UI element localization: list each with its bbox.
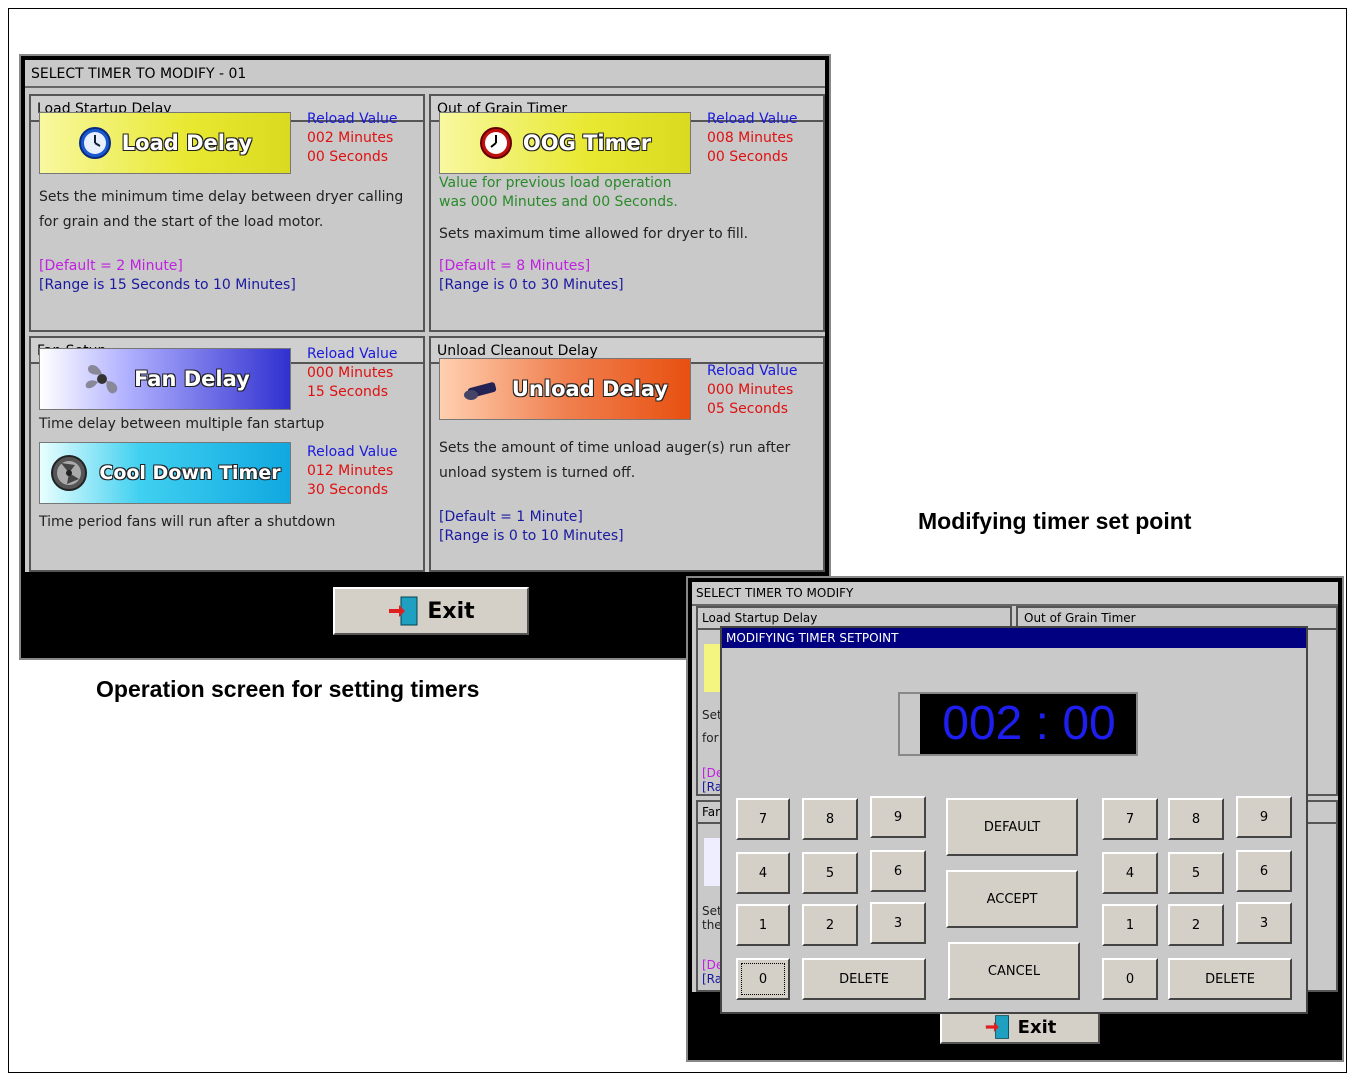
key-4-left[interactable]: 4 [736, 852, 790, 894]
button-label: Cool Down Timer [99, 462, 281, 484]
auger-icon [463, 382, 497, 400]
default-note: [Default = 2 Minute] [39, 258, 183, 274]
range-note: [Range is 0 to 10 Minutes] [439, 528, 624, 544]
key-2-right[interactable]: 2 [1168, 904, 1224, 946]
modify-setpoint-dialog: MODIFYING TIMER SETPOINT 002 : 00 7 8 9 … [720, 626, 1308, 1014]
load-delay-button[interactable]: Load Delay [39, 112, 291, 174]
exit-door-icon [389, 596, 418, 626]
description: unload system is turned off. [439, 465, 636, 481]
delete-button-left[interactable]: DELETE [802, 958, 926, 1000]
reload-minutes: 002 Minutes [307, 130, 394, 146]
display-bezel [900, 694, 920, 754]
key-7-left[interactable]: 7 [736, 798, 790, 840]
exit-door-icon [985, 1015, 1009, 1039]
description: Time delay between multiple fan startup [39, 416, 325, 432]
exit-label: Exit [1017, 1016, 1057, 1038]
key-6-left[interactable]: 6 [870, 850, 926, 892]
reload-seconds: 00 Seconds [707, 149, 789, 165]
fragment: the [702, 918, 722, 932]
key-8-right[interactable]: 8 [1168, 798, 1224, 840]
reload-minutes: 012 Minutes [307, 463, 394, 479]
setpoint-value: 002 : 00 [942, 697, 1116, 750]
caption-modifying-setpoint: Modifying timer set point [918, 508, 1192, 534]
key-0-right[interactable]: 0 [1102, 958, 1158, 1000]
reload-minutes: 000 Minutes [707, 382, 794, 398]
button-label: Unload Delay [511, 377, 669, 401]
reload-seconds: 05 Seconds [707, 401, 789, 417]
key-0-left[interactable]: 0 [736, 958, 790, 1000]
key-6-right[interactable]: 6 [1236, 850, 1292, 892]
default-note: [Default = 8 Minutes] [439, 258, 591, 274]
setpoint-display: 002 : 00 [898, 692, 1138, 756]
reload-seconds: 30 Seconds [307, 482, 389, 498]
previous-value: Value for previous load operation [439, 175, 672, 191]
key-5-right[interactable]: 5 [1168, 852, 1224, 894]
reload-minutes: 008 Minutes [707, 130, 794, 146]
key-5-left[interactable]: 5 [802, 852, 858, 894]
key-9-right[interactable]: 9 [1236, 796, 1292, 838]
clock-icon [78, 127, 111, 159]
key-9-left[interactable]: 9 [870, 796, 926, 838]
button-label: Fan Delay [134, 367, 250, 391]
description: Sets the amount of time unload auger(s) … [439, 440, 791, 456]
screen-title: SELECT TIMER TO MODIFY - 01 [25, 60, 825, 88]
exit-button[interactable]: Exit [333, 587, 529, 635]
load-startup-panel: Load Startup Delay Load Delay Reload Val… [29, 94, 425, 332]
description: for grain and the start of the load moto… [39, 214, 324, 230]
key-3-left[interactable]: 3 [870, 902, 926, 944]
range-note: [Range is 15 Seconds to 10 Minutes] [39, 277, 296, 293]
delete-button-right[interactable]: DELETE [1168, 958, 1292, 1000]
key-2-left[interactable]: 2 [802, 904, 858, 946]
key-4-right[interactable]: 4 [1102, 852, 1158, 894]
key-1-right[interactable]: 1 [1102, 904, 1158, 946]
description: Time period fans will run after a shutdo… [39, 514, 336, 530]
fan-delay-button[interactable]: Fan Delay [39, 348, 291, 410]
cancel-button[interactable]: CANCEL [948, 942, 1080, 1000]
exit-label: Exit [427, 598, 475, 624]
alarm-clock-icon [479, 127, 512, 159]
previous-value: was 000 Minutes and 00 Seconds. [439, 194, 678, 210]
fan-icon [85, 364, 118, 394]
description: Sets maximum time allowed for dryer to f… [439, 226, 749, 242]
reload-seconds: 00 Seconds [307, 149, 389, 165]
key-3-right[interactable]: 3 [1236, 902, 1292, 944]
default-button[interactable]: DEFAULT [946, 798, 1078, 856]
reload-label: Reload Value [707, 111, 798, 127]
unload-delay-button[interactable]: Unload Delay [439, 358, 691, 420]
exit-button[interactable]: Exit [940, 1010, 1100, 1044]
reload-minutes: 000 Minutes [307, 365, 394, 381]
out-of-grain-panel: Out of Grain Timer OOG Timer Reload Valu… [429, 94, 825, 332]
caption-operation-screen: Operation screen for setting timers [96, 676, 480, 702]
reload-seconds: 15 Seconds [307, 384, 389, 400]
cool-down-timer-button[interactable]: Cool Down Timer [39, 442, 291, 504]
reload-label: Reload Value [307, 111, 398, 127]
timer-screen-body: SELECT TIMER TO MODIFY - 01 Load Startup… [25, 60, 825, 572]
range-note: [Range is 0 to 30 Minutes] [439, 277, 624, 293]
default-note: [Default = 1 Minute] [439, 509, 583, 525]
dialog-title: MODIFYING TIMER SETPOINT [722, 628, 1306, 648]
fragment: Set [702, 708, 722, 722]
key-1-left[interactable]: 1 [736, 904, 790, 946]
screen-title: SELECT TIMER TO MODIFY [692, 582, 1338, 606]
fan-setup-panel: Fan Setup Fan Delay Reload Value 000 Min… [29, 336, 425, 572]
oog-timer-button[interactable]: OOG Timer [439, 112, 691, 174]
timer-screen: SELECT TIMER TO MODIFY - 01 Load Startup… [19, 54, 831, 660]
button-label: OOG Timer [522, 131, 652, 155]
reload-label: Reload Value [707, 363, 798, 379]
unload-cleanout-panel: Unload Cleanout Delay Unload Delay Reloa… [429, 336, 825, 572]
reload-label: Reload Value [307, 346, 398, 362]
accept-button[interactable]: ACCEPT [946, 870, 1078, 928]
fragment: Set [702, 904, 722, 918]
cooling-fan-icon [51, 455, 88, 491]
description: Sets the minimum time delay between drye… [39, 189, 404, 205]
button-label: Load Delay [121, 131, 253, 155]
fragment: for [702, 731, 719, 745]
reload-label: Reload Value [307, 444, 398, 460]
key-8-left[interactable]: 8 [802, 798, 858, 840]
key-7-right[interactable]: 7 [1102, 798, 1158, 840]
